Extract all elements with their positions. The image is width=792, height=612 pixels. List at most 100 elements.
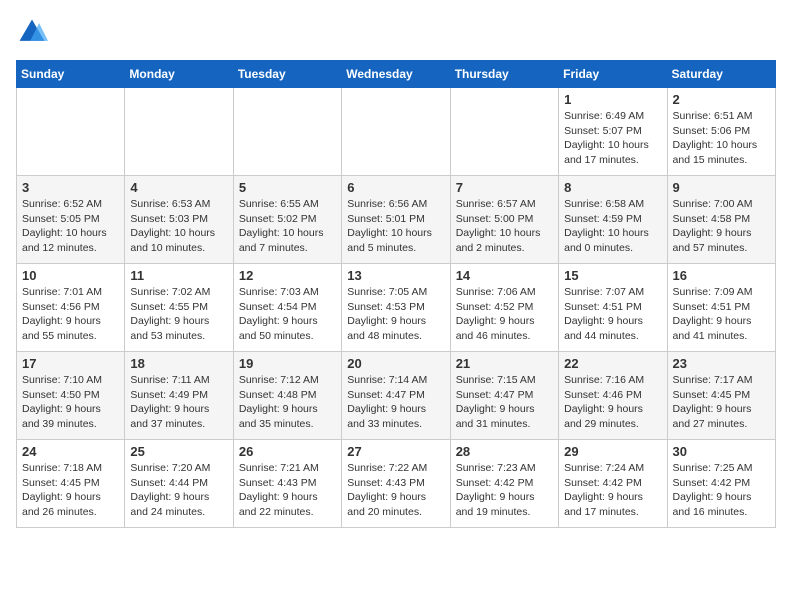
weekday-header: Monday [125, 61, 233, 88]
day-number: 20 [347, 356, 444, 371]
day-number: 8 [564, 180, 661, 195]
calendar-cell: 17 Sunrise: 7:10 AMSunset: 4:50 PMDayligh… [17, 352, 125, 440]
day-detail: Sunrise: 7:06 AMSunset: 4:52 PMDaylight:… [456, 285, 553, 344]
calendar-cell: 29 Sunrise: 7:24 AMSunset: 4:42 PMDayligh… [559, 440, 667, 528]
calendar-cell [125, 88, 233, 176]
day-detail: Sunrise: 7:20 AMSunset: 4:44 PMDaylight:… [130, 461, 227, 520]
calendar-cell: 3 Sunrise: 6:52 AMSunset: 5:05 PMDaylight… [17, 176, 125, 264]
day-number: 7 [456, 180, 553, 195]
day-number: 29 [564, 444, 661, 459]
calendar-cell: 26 Sunrise: 7:21 AMSunset: 4:43 PMDayligh… [233, 440, 341, 528]
weekday-header: Saturday [667, 61, 775, 88]
day-number: 22 [564, 356, 661, 371]
day-detail: Sunrise: 7:21 AMSunset: 4:43 PMDaylight:… [239, 461, 336, 520]
day-number: 5 [239, 180, 336, 195]
day-number: 28 [456, 444, 553, 459]
weekday-header: Sunday [17, 61, 125, 88]
calendar-cell: 16 Sunrise: 7:09 AMSunset: 4:51 PMDayligh… [667, 264, 775, 352]
calendar-cell: 13 Sunrise: 7:05 AMSunset: 4:53 PMDayligh… [342, 264, 450, 352]
day-detail: Sunrise: 6:56 AMSunset: 5:01 PMDaylight:… [347, 197, 444, 256]
day-detail: Sunrise: 7:09 AMSunset: 4:51 PMDaylight:… [673, 285, 770, 344]
calendar-cell: 14 Sunrise: 7:06 AMSunset: 4:52 PMDayligh… [450, 264, 558, 352]
day-number: 2 [673, 92, 770, 107]
calendar-cell: 15 Sunrise: 7:07 AMSunset: 4:51 PMDayligh… [559, 264, 667, 352]
calendar-week-row: 24 Sunrise: 7:18 AMSunset: 4:45 PMDayligh… [17, 440, 776, 528]
day-number: 23 [673, 356, 770, 371]
weekday-header: Wednesday [342, 61, 450, 88]
calendar-week-row: 3 Sunrise: 6:52 AMSunset: 5:05 PMDaylight… [17, 176, 776, 264]
calendar-cell: 19Sunrise: 7:12 AMSunset: 4:48 PMDayligh… [233, 352, 341, 440]
logo-icon [16, 16, 48, 48]
day-detail: Sunrise: 6:57 AMSunset: 5:00 PMDaylight:… [456, 197, 553, 256]
calendar-cell: 24 Sunrise: 7:18 AMSunset: 4:45 PMDayligh… [17, 440, 125, 528]
day-detail: Sunrise: 6:55 AMSunset: 5:02 PMDaylight:… [239, 197, 336, 256]
day-number: 15 [564, 268, 661, 283]
calendar-cell: 2 Sunrise: 6:51 AMSunset: 5:06 PMDaylight… [667, 88, 775, 176]
calendar-cell: 30 Sunrise: 7:25 AMSunset: 4:42 PMDayligh… [667, 440, 775, 528]
calendar-body: 1 Sunrise: 6:49 AMSunset: 5:07 PMDaylight… [17, 88, 776, 528]
calendar-cell [450, 88, 558, 176]
calendar-cell: 25Sunrise: 7:20 AMSunset: 4:44 PMDayligh… [125, 440, 233, 528]
calendar-cell: 9 Sunrise: 7:00 AMSunset: 4:58 PMDaylight… [667, 176, 775, 264]
day-detail: Sunrise: 6:51 AMSunset: 5:06 PMDaylight:… [673, 109, 770, 168]
weekday-header: Thursday [450, 61, 558, 88]
day-detail: Sunrise: 7:25 AMSunset: 4:42 PMDaylight:… [673, 461, 770, 520]
weekday-header: Friday [559, 61, 667, 88]
day-number: 18 [130, 356, 227, 371]
calendar-cell [17, 88, 125, 176]
day-detail: Sunrise: 7:00 AMSunset: 4:58 PMDaylight:… [673, 197, 770, 256]
day-number: 12 [239, 268, 336, 283]
calendar-cell: 1 Sunrise: 6:49 AMSunset: 5:07 PMDaylight… [559, 88, 667, 176]
day-number: 9 [673, 180, 770, 195]
calendar-cell: 18 Sunrise: 7:11 AMSunset: 4:49 PMDayligh… [125, 352, 233, 440]
day-detail: Sunrise: 7:16 AMSunset: 4:46 PMDaylight:… [564, 373, 661, 432]
day-detail: Sunrise: 7:11 AMSunset: 4:49 PMDaylight:… [130, 373, 227, 432]
day-detail: Sunrise: 7:24 AMSunset: 4:42 PMDaylight:… [564, 461, 661, 520]
calendar-cell [342, 88, 450, 176]
day-detail: Sunrise: 7:14 AMSunset: 4:47 PMDaylight:… [347, 373, 444, 432]
day-detail: Sunrise: 7:22 AMSunset: 4:43 PMDaylight:… [347, 461, 444, 520]
day-number: 21 [456, 356, 553, 371]
calendar-cell: 11Sunrise: 7:02 AMSunset: 4:55 PMDayligh… [125, 264, 233, 352]
calendar-cell: 10Sunrise: 7:01 AMSunset: 4:56 PMDayligh… [17, 264, 125, 352]
day-number: 27 [347, 444, 444, 459]
day-detail: Sunrise: 7:07 AMSunset: 4:51 PMDaylight:… [564, 285, 661, 344]
day-detail: Sunrise: 7:15 AMSunset: 4:47 PMDaylight:… [456, 373, 553, 432]
day-number: 24 [22, 444, 119, 459]
weekday-header: Tuesday [233, 61, 341, 88]
day-number: 13 [347, 268, 444, 283]
day-number: 19 [239, 356, 336, 371]
page-header [16, 16, 776, 48]
calendar-cell: 7 Sunrise: 6:57 AMSunset: 5:00 PMDaylight… [450, 176, 558, 264]
calendar-cell: 6Sunrise: 6:56 AMSunset: 5:01 PMDaylight… [342, 176, 450, 264]
day-detail: Sunrise: 7:03 AMSunset: 4:54 PMDaylight:… [239, 285, 336, 344]
day-detail: Sunrise: 7:01 AMSunset: 4:56 PMDaylight:… [22, 285, 119, 344]
day-detail: Sunrise: 7:17 AMSunset: 4:45 PMDaylight:… [673, 373, 770, 432]
day-number: 1 [564, 92, 661, 107]
day-number: 16 [673, 268, 770, 283]
calendar-week-row: 1 Sunrise: 6:49 AMSunset: 5:07 PMDaylight… [17, 88, 776, 176]
day-detail: Sunrise: 6:58 AMSunset: 4:59 PMDaylight:… [564, 197, 661, 256]
calendar-header: SundayMondayTuesdayWednesdayThursdayFrid… [17, 61, 776, 88]
calendar-cell: 4 Sunrise: 6:53 AMSunset: 5:03 PMDaylight… [125, 176, 233, 264]
calendar-week-row: 10Sunrise: 7:01 AMSunset: 4:56 PMDayligh… [17, 264, 776, 352]
logo [16, 16, 52, 48]
day-detail: Sunrise: 6:52 AMSunset: 5:05 PMDaylight:… [22, 197, 119, 256]
calendar-table: SundayMondayTuesdayWednesdayThursdayFrid… [16, 60, 776, 528]
calendar-cell: 27 Sunrise: 7:22 AMSunset: 4:43 PMDayligh… [342, 440, 450, 528]
day-detail: Sunrise: 7:10 AMSunset: 4:50 PMDaylight:… [22, 373, 119, 432]
calendar-cell [233, 88, 341, 176]
day-detail: Sunrise: 7:05 AMSunset: 4:53 PMDaylight:… [347, 285, 444, 344]
day-detail: Sunrise: 7:23 AMSunset: 4:42 PMDaylight:… [456, 461, 553, 520]
day-number: 26 [239, 444, 336, 459]
day-detail: Sunrise: 6:49 AMSunset: 5:07 PMDaylight:… [564, 109, 661, 168]
day-number: 14 [456, 268, 553, 283]
day-detail: Sunrise: 6:53 AMSunset: 5:03 PMDaylight:… [130, 197, 227, 256]
day-detail: Sunrise: 7:18 AMSunset: 4:45 PMDaylight:… [22, 461, 119, 520]
day-detail: Sunrise: 7:02 AMSunset: 4:55 PMDaylight:… [130, 285, 227, 344]
day-number: 3 [22, 180, 119, 195]
calendar-cell: 12 Sunrise: 7:03 AMSunset: 4:54 PMDayligh… [233, 264, 341, 352]
day-number: 30 [673, 444, 770, 459]
day-number: 17 [22, 356, 119, 371]
day-number: 4 [130, 180, 227, 195]
